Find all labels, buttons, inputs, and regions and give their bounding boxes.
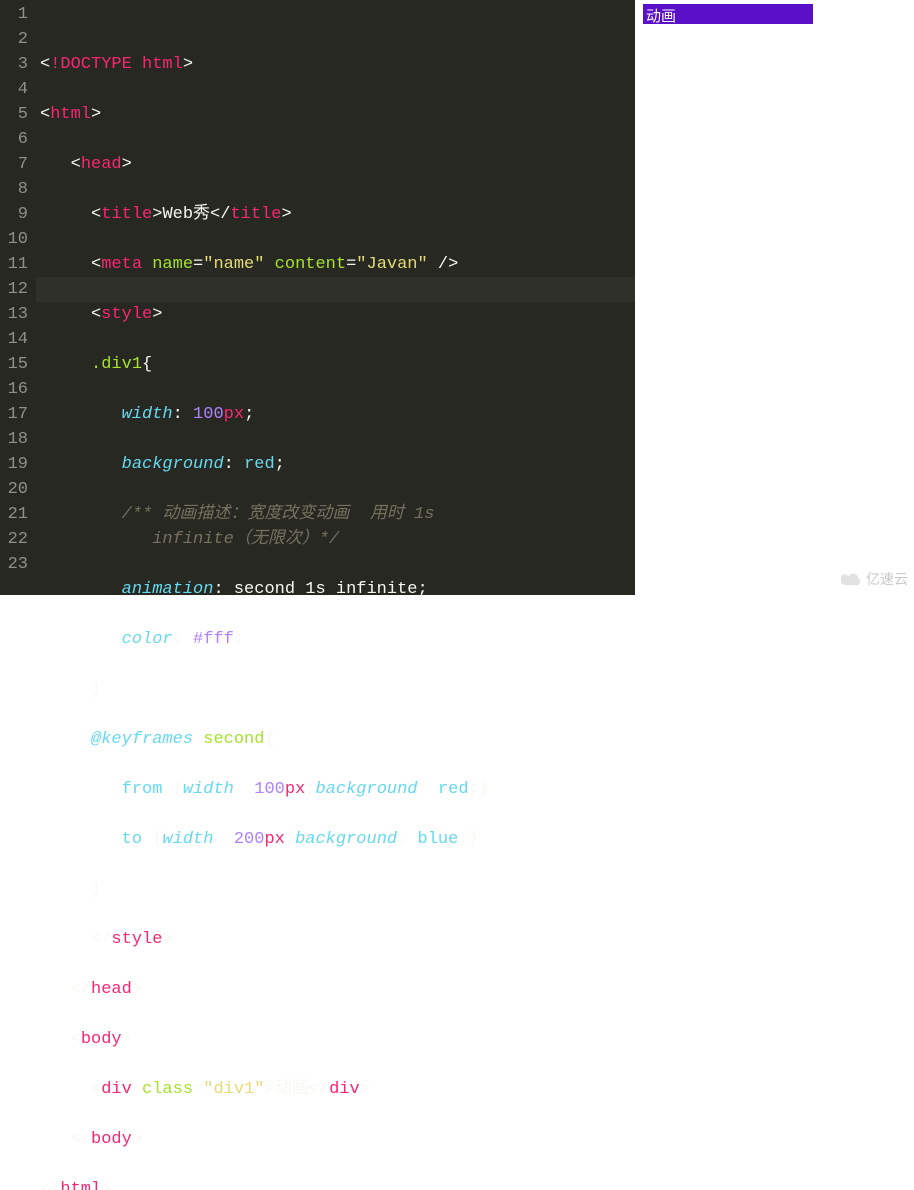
line-number: 2 (0, 27, 28, 52)
line-number: 8 (0, 177, 28, 202)
line-number: 5 (0, 102, 28, 127)
line-number-gutter: 1 2 3 4 5 6 7 8 9 10 11 12 13 14 15 16 1… (0, 0, 36, 595)
watermark: 亿速云 (841, 569, 908, 589)
code-line[interactable]: .div1{ (40, 352, 635, 377)
line-number: 14 (0, 327, 28, 352)
code-line[interactable]: <html> (40, 102, 635, 127)
code-line[interactable]: </body> (40, 1127, 635, 1152)
code-line[interactable]: /** 动画描述：宽度改变动画 用时 1s infinite（无限次）*/ (40, 502, 635, 552)
line-number: 13 (0, 302, 28, 327)
line-number: 20 (0, 477, 28, 502)
line-number: 18 (0, 427, 28, 452)
line-number: 21 (0, 502, 28, 527)
code-line[interactable]: </style> (40, 927, 635, 952)
watermark-text: 亿速云 (866, 569, 908, 589)
code-line[interactable]: <!DOCTYPE html> (40, 52, 635, 77)
code-line[interactable]: <title>Web秀</title> (40, 202, 635, 227)
line-number: 17 (0, 402, 28, 427)
line-number: 10 (0, 227, 28, 252)
line-number: 7 (0, 152, 28, 177)
code-line[interactable]: </html> (40, 1177, 635, 1190)
line-number: 4 (0, 77, 28, 102)
code-line[interactable]: to {width: 200px;background: blue;} (40, 827, 635, 852)
line-number: 23 (0, 552, 28, 577)
code-line[interactable]: background: red; (40, 452, 635, 477)
line-number: 1 (0, 2, 28, 27)
code-line[interactable]: from {width: 100px;background: red;} (40, 777, 635, 802)
code-line[interactable]: color: #fff; (40, 627, 635, 652)
code-line[interactable]: <head> (40, 152, 635, 177)
line-number: 3 (0, 52, 28, 77)
code-line[interactable]: } (40, 877, 635, 902)
code-line[interactable]: } (40, 677, 635, 702)
code-line[interactable]: <meta name="name" content="Javan" /> (40, 252, 635, 277)
line-number: 15 (0, 352, 28, 377)
line-number: 12 (0, 277, 28, 302)
line-number: 9 (0, 202, 28, 227)
line-number: 11 (0, 252, 28, 277)
code-line[interactable]: <div class="div1">动画</div> (40, 1077, 635, 1102)
code-line[interactable]: width: 100px; (40, 402, 635, 427)
active-line-highlight (36, 277, 635, 302)
code-line[interactable]: @keyframes second{ (40, 727, 635, 752)
code-line[interactable]: <style> (40, 302, 635, 327)
line-number: 22 (0, 527, 28, 552)
animated-div: 动画 (643, 4, 813, 24)
line-number: 16 (0, 377, 28, 402)
code-editor[interactable]: 1 2 3 4 5 6 7 8 9 10 11 12 13 14 15 16 1… (0, 0, 635, 595)
line-number: 6 (0, 127, 28, 152)
code-line[interactable]: <body> (40, 1027, 635, 1052)
code-line[interactable]: </head> (40, 977, 635, 1002)
code-line[interactable]: animation: second 1s infinite; (40, 577, 635, 602)
preview-pane: 动画 亿速云 (635, 0, 914, 595)
code-area[interactable]: <!DOCTYPE html> <html> <head> <title>Web… (36, 0, 635, 595)
line-number: 19 (0, 452, 28, 477)
cloud-icon (841, 572, 863, 586)
